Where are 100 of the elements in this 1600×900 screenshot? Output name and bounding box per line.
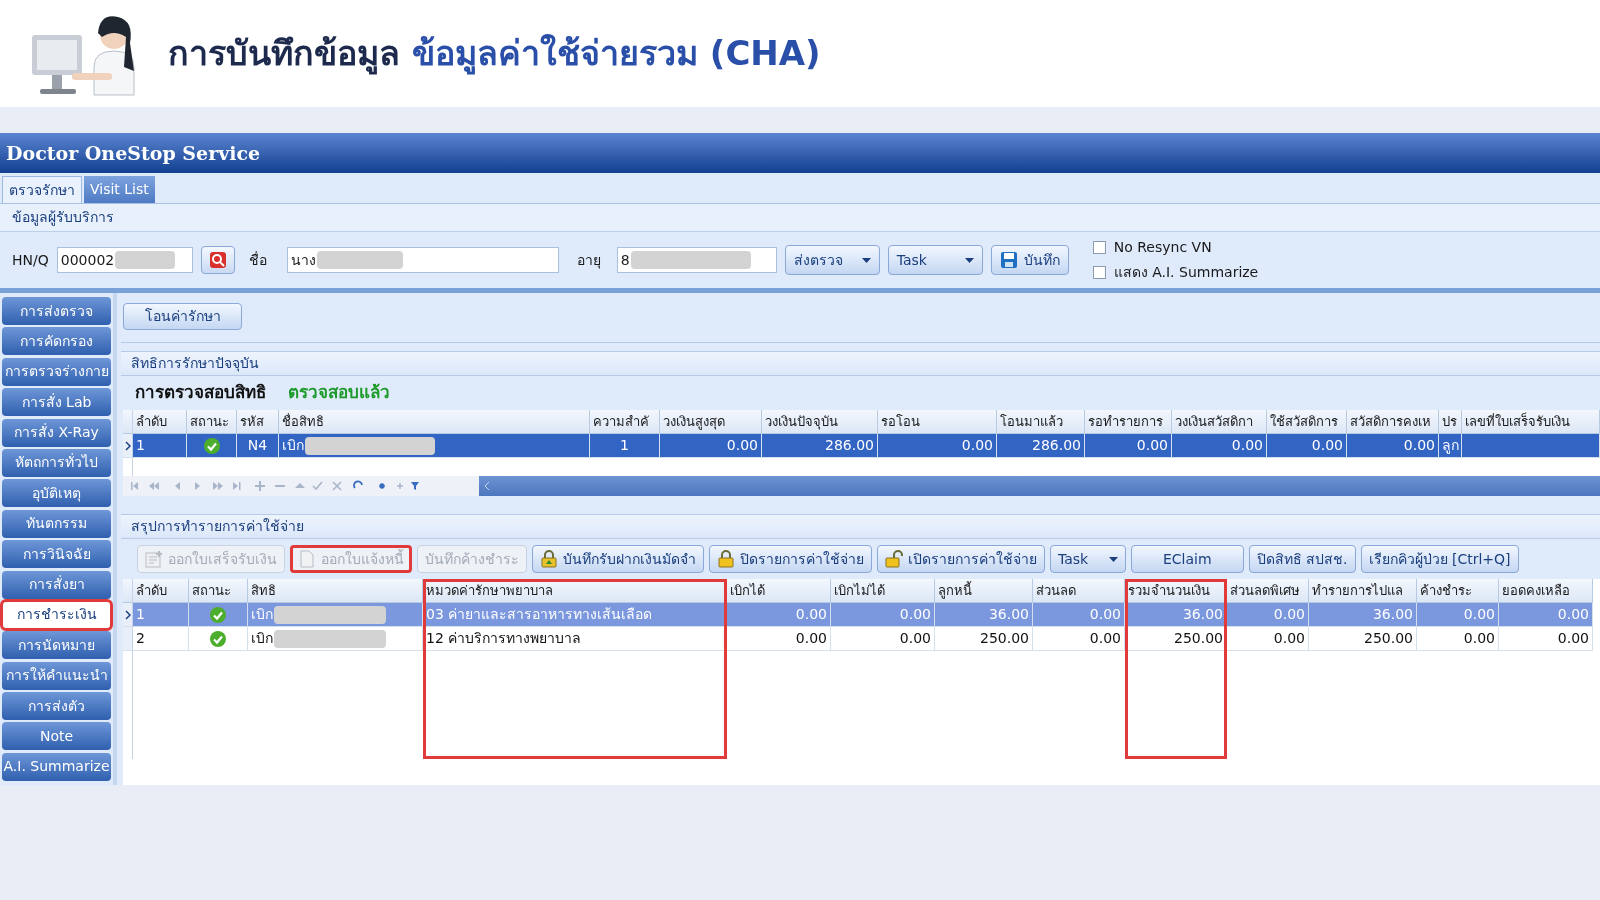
row-selector-cell[interactable]	[123, 434, 132, 458]
sidebar-item[interactable]: การสั่ง X-Ray	[2, 418, 111, 447]
table-cell: 286.00	[762, 434, 878, 458]
toolbar-button[interactable]: ปิดสิทธิ สปสช.	[1248, 545, 1356, 573]
table-cell: 0.00	[727, 627, 831, 651]
column-header[interactable]: รวมจำนวนเงิน	[1125, 579, 1227, 603]
hn-field[interactable]: 000002	[56, 247, 193, 273]
sidebar-item[interactable]: หัตถการทั่วไป	[2, 448, 111, 477]
column-header[interactable]: ปร	[1439, 410, 1462, 434]
check-icon	[209, 605, 227, 624]
toolbar-button[interactable]: ปิดรายการค่าใช้จ่าย	[709, 545, 872, 573]
sidebar-item[interactable]: การสั่ง Lab	[2, 388, 111, 417]
column-header[interactable]: ชื่อสิทธิ	[279, 410, 590, 434]
column-header[interactable]: สถานะ	[189, 579, 248, 603]
table-cell: เบิก	[279, 434, 590, 458]
transfer-button[interactable]: โอนค่ารักษา	[123, 303, 242, 330]
column-header[interactable]: ลำดับ	[133, 579, 189, 603]
column-header[interactable]: สิทธิ	[248, 579, 423, 603]
sidebar-item[interactable]: การส่งตรวจ	[2, 297, 111, 325]
table-cell: 0.00	[1172, 434, 1267, 458]
section-label: สรุปการทำรายการค่าใช้จ่าย	[131, 517, 304, 537]
column-header[interactable]: วงเงินปัจจุบัน	[762, 410, 878, 434]
sidebar-item[interactable]: ทันตกรรม	[2, 509, 111, 538]
column-header[interactable]: วงเงินสวัสดิกา	[1172, 410, 1267, 434]
section-label: สิทธิการรักษาปัจจุบัน	[131, 354, 259, 374]
column-header[interactable]: ส่วนลด	[1033, 579, 1125, 603]
open-padlock-icon	[885, 550, 903, 568]
column-header[interactable]: ใช้สวัสดิการ	[1267, 410, 1347, 434]
horizontal-scrollbar[interactable]	[479, 476, 1600, 496]
row-pointer-icon	[124, 440, 131, 451]
sidebar-item[interactable]: การให้คำแนะนำ	[2, 661, 111, 690]
checkbox[interactable]: No Resync VN	[1092, 237, 1259, 258]
dropdown-button[interactable]: ส่งตรวจ	[784, 245, 880, 275]
tab[interactable]: ตรวจรักษา	[2, 176, 82, 203]
toolbar-button[interactable]: Task	[1050, 545, 1126, 573]
toolbar-button[interactable]: บันทึกรับฝากเงินมัดจำ	[532, 545, 704, 573]
table-cell: 0.00	[1227, 627, 1309, 651]
table-cell: 0.00	[660, 434, 762, 458]
toolbar-button[interactable]: EClaim	[1131, 545, 1244, 573]
field-label: ชื่อ	[248, 250, 267, 270]
table-cell: 1	[133, 603, 189, 627]
slide-title: การบันทึกข้อมูล	[168, 32, 400, 77]
sidebar-item[interactable]: การส่งตัว	[2, 692, 111, 721]
table-cell: เบิก	[248, 603, 423, 627]
table-cell: N4	[237, 434, 279, 458]
table-cell: 286.00	[997, 434, 1085, 458]
sidebar-item[interactable]: การวินิจฉัย	[2, 540, 111, 569]
row-selector-cell	[123, 579, 132, 603]
column-header[interactable]: โอนมาแล้ว	[997, 410, 1085, 434]
sidebar-item[interactable]: การชำระเงิน	[2, 600, 111, 629]
column-header[interactable]: ส่วนลดพิเศษ	[1227, 579, 1309, 603]
table-cell: 0.00	[1085, 434, 1172, 458]
column-header[interactable]: ลำดับ	[133, 410, 187, 434]
table-cell: 0.00	[1499, 603, 1593, 627]
column-header[interactable]: หมวดค่ารักษาพยาบาล	[423, 579, 727, 603]
dropdown-button[interactable]: Task	[887, 245, 983, 275]
column-header[interactable]: รอทำรายการ	[1085, 410, 1172, 434]
column-header[interactable]: ยอดคงเหลือ	[1499, 579, 1593, 603]
column-header[interactable]: ค้างชำระ	[1417, 579, 1499, 603]
checkbox[interactable]: แสดง A.I. Summarize	[1092, 262, 1259, 283]
search-button[interactable]	[200, 246, 235, 274]
table-cell: 36.00	[935, 603, 1033, 627]
toolbar-button[interactable]: เปิดรายการค่าใช้จ่าย	[877, 545, 1045, 573]
rights-check-label: การตรวจสอบสิทธิ	[135, 381, 266, 405]
sidebar-item[interactable]: Note	[2, 722, 111, 751]
table-cell: 0.00	[878, 434, 997, 458]
column-header[interactable]: เลขที่ใบเสร็จรับเงิน	[1462, 410, 1600, 434]
sidebar-item[interactable]: การตรวจร่างกาย	[2, 357, 111, 386]
column-header[interactable]: ลูกหนี้	[935, 579, 1033, 603]
column-header[interactable]: ทำรายการไปแล	[1309, 579, 1417, 603]
column-header[interactable]: รอโอน	[878, 410, 997, 434]
sidebar-item[interactable]: อุบัติเหตุ	[2, 479, 111, 508]
sidebar-item[interactable]: A.I. Summarize	[2, 752, 111, 781]
column-header[interactable]: เบิกไม่ได้	[831, 579, 935, 603]
column-header[interactable]: สถานะ	[187, 410, 237, 434]
section-label: ข้อมูลผู้รับบริการ	[12, 208, 114, 228]
table-cell: 0.00	[831, 627, 935, 651]
row-selector-cell[interactable]	[123, 603, 132, 627]
column-header[interactable]: สวัสดิการคงเห	[1347, 410, 1439, 434]
row-pointer-icon	[124, 609, 131, 620]
row-selector-cell[interactable]	[123, 627, 132, 651]
slide-subtitle: ข้อมูลค่าใช้จ่ายรวม (CHA)	[412, 32, 821, 77]
save-button[interactable]: บันทึก	[990, 245, 1069, 275]
column-header[interactable]: ความสำคั	[590, 410, 660, 434]
table-cell: 0.00	[1227, 603, 1309, 627]
name-field[interactable]: นาง	[286, 247, 559, 273]
sidebar-item[interactable]: การคัดกรอง	[2, 327, 111, 356]
toolbar-button[interactable]: เรียกคิวผู้ป่วย [Ctrl+Q]	[1360, 545, 1519, 573]
window-title: Doctor OneStop Service	[6, 140, 261, 166]
sidebar-item[interactable]: การนัดหมาย	[2, 631, 111, 660]
table-cell: 0.00	[1417, 627, 1499, 651]
table-cell: 1	[133, 434, 187, 458]
rights-check-status: ตรวจสอบแล้ว	[288, 381, 390, 405]
column-header[interactable]: รหัส	[237, 410, 279, 434]
age-field[interactable]: 8	[616, 247, 777, 273]
column-header[interactable]: เบิกได้	[727, 579, 831, 603]
search-icon	[208, 251, 227, 269]
column-header[interactable]: วงเงินสูงสุด	[660, 410, 762, 434]
field-value: 000002	[60, 250, 115, 270]
sidebar-item[interactable]: การสั่งยา	[2, 570, 111, 599]
